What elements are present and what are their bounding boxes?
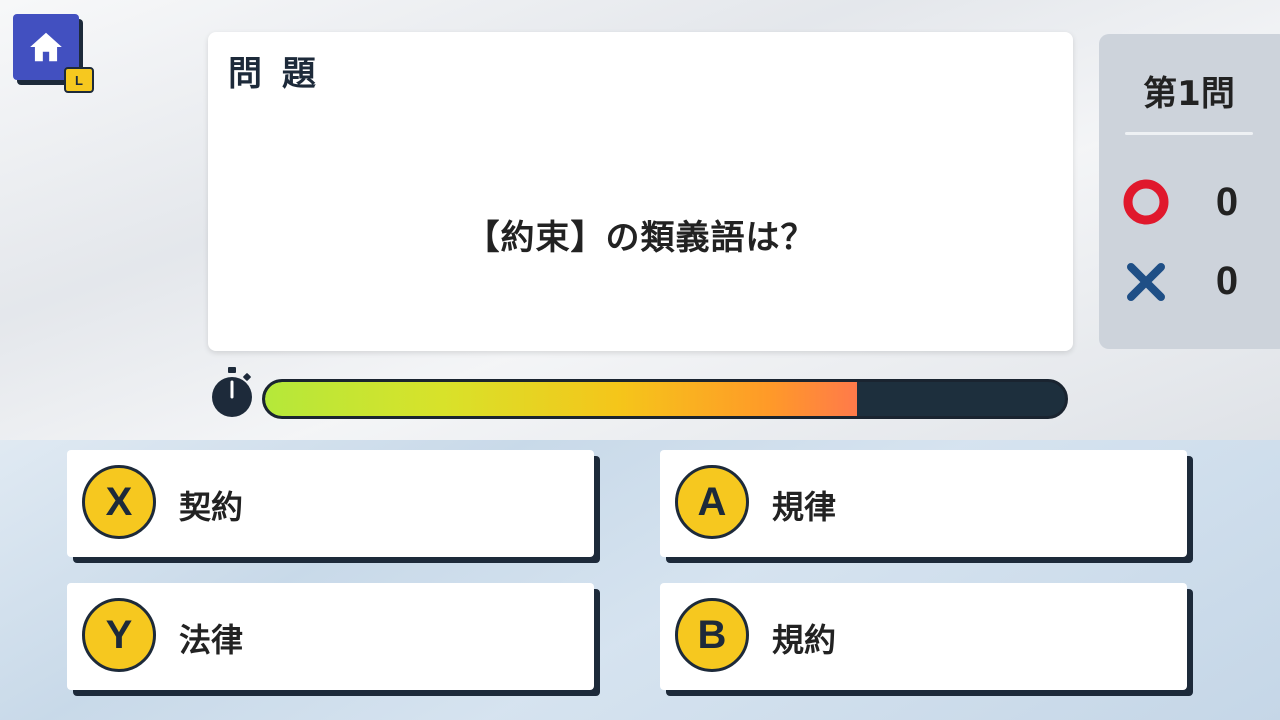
circle-icon (1123, 179, 1169, 225)
incorrect-count: 0 (1215, 259, 1239, 303)
a-button-icon: A (675, 465, 749, 539)
answer-option-y[interactable]: Y 法律 (67, 583, 594, 690)
answer-label: 法律 (179, 621, 244, 659)
answer-label: 契約 (179, 488, 244, 526)
answer-option-x[interactable]: X 契約 (67, 450, 594, 557)
answer-option-a[interactable]: A 規律 (660, 450, 1187, 557)
cross-icon (1127, 263, 1165, 301)
b-button-icon: B (675, 598, 749, 672)
timer-bar-fill (265, 382, 857, 416)
correct-count: 0 (1215, 180, 1239, 224)
score-panel: 第1問 0 0 (1099, 34, 1280, 349)
question-panel: 問 題 【約束】の類義語は？ (208, 32, 1073, 351)
score-divider (1125, 132, 1253, 135)
question-header: 問 題 (228, 54, 320, 94)
question-text: 【約束】の類義語は？ (465, 218, 816, 258)
answer-option-b[interactable]: B 規約 (660, 583, 1187, 690)
question-number: 第1問 (1143, 74, 1235, 114)
y-button-icon: Y (82, 598, 156, 672)
l-button-badge: L (64, 67, 94, 93)
timer-bar (262, 379, 1068, 419)
home-icon (30, 32, 62, 62)
stopwatch-icon (212, 367, 252, 417)
x-button-icon: X (82, 465, 156, 539)
answer-label: 規律 (772, 488, 837, 526)
answer-label: 規約 (772, 621, 837, 659)
